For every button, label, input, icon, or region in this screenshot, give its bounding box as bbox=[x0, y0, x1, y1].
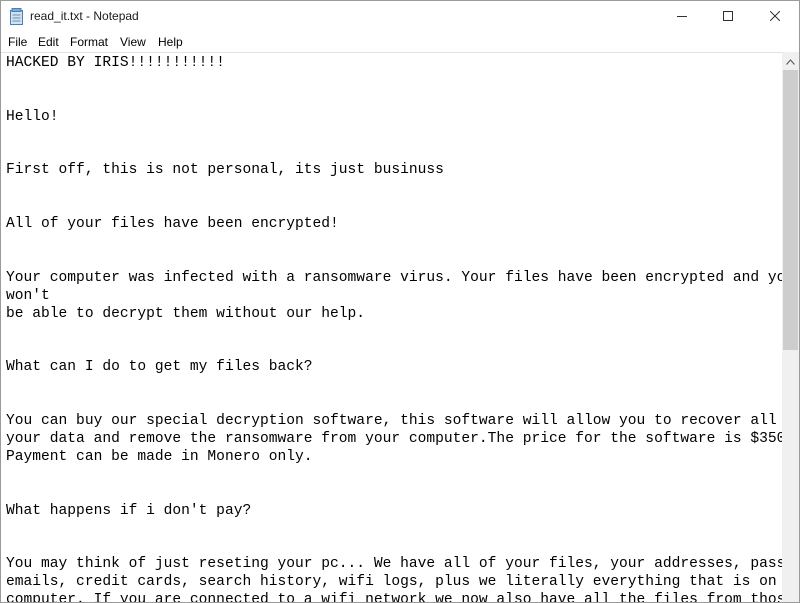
document-line: All of your files have been encrypted! bbox=[6, 216, 339, 233]
document-line: What can I do to get my files back? bbox=[6, 359, 313, 376]
menu-help[interactable]: Help bbox=[158, 35, 183, 49]
menu-format[interactable]: Format bbox=[70, 35, 108, 49]
menu-bar: File Edit Format View Help bbox=[1, 32, 799, 52]
document-line: HACKED BY IRIS!!!!!!!!!!! bbox=[6, 55, 225, 71]
document-line: won't bbox=[6, 287, 50, 304]
menu-file[interactable]: File bbox=[8, 35, 27, 49]
menu-view[interactable]: View bbox=[120, 35, 146, 49]
document-line: You may think of just reseting your pc..… bbox=[6, 556, 782, 573]
maximize-icon bbox=[723, 8, 733, 26]
document-line: your data and remove the ransomware from… bbox=[6, 430, 782, 447]
menu-edit[interactable]: Edit bbox=[38, 35, 59, 49]
document-line: be able to decrypt them without our help… bbox=[6, 305, 366, 322]
close-icon bbox=[769, 8, 781, 26]
minimize-icon bbox=[677, 8, 687, 26]
minimize-button[interactable] bbox=[659, 1, 705, 32]
close-button[interactable] bbox=[752, 1, 798, 32]
notepad-window: read_it.txt - Notepad File Edit Format V… bbox=[0, 0, 800, 603]
scrollbar-thumb[interactable] bbox=[783, 70, 798, 350]
text-editor[interactable]: HACKED BY IRIS!!!!!!!!!!! Hello! First off… bbox=[1, 52, 782, 603]
document-line: Your computer was infected with a ransom… bbox=[6, 269, 782, 286]
vertical-scrollbar[interactable] bbox=[782, 52, 799, 602]
document-line: You can buy our special decryption softw… bbox=[6, 413, 782, 429]
title-bar[interactable]: read_it.txt - Notepad bbox=[1, 1, 799, 32]
document-line: First off, this is not personal, its jus… bbox=[6, 162, 444, 179]
chevron-up-icon bbox=[786, 52, 795, 70]
document-line: What happens if i don't pay? bbox=[6, 502, 252, 519]
window-title: read_it.txt - Notepad bbox=[30, 9, 139, 23]
document-line: Payment can be made in Monero only. bbox=[6, 448, 313, 465]
scroll-up-button[interactable] bbox=[782, 52, 799, 69]
document-line: emails, credit cards, search history, wi… bbox=[6, 574, 782, 591]
maximize-button[interactable] bbox=[705, 1, 751, 32]
document-line: Hello! bbox=[6, 108, 59, 125]
notepad-icon bbox=[10, 8, 24, 25]
document-line: computer. If you are connected to a wifi… bbox=[6, 592, 782, 603]
